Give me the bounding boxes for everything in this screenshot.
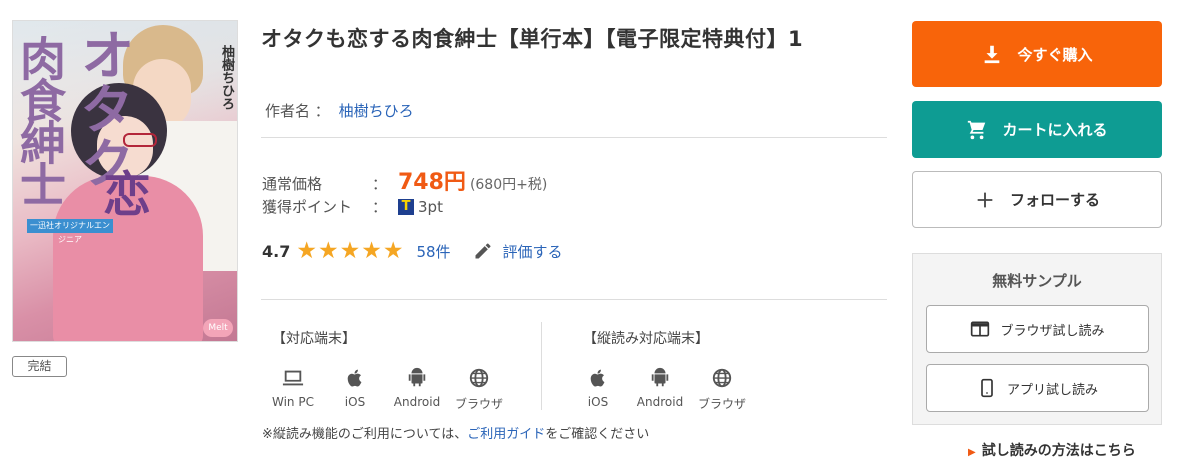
points-value: 3pt (418, 197, 443, 216)
apple-icon (590, 369, 605, 387)
preview-howto-label: 試し読みの方法はこちら (981, 443, 1136, 459)
cover-band: 一迅社オリジナルエンジニア (27, 219, 113, 244)
download-icon (985, 45, 1000, 64)
note-prefix: ※縦読み機能のご利用については、 (262, 427, 468, 442)
vertical-devices: iOS Android ブラウザ (567, 367, 753, 412)
pencil-icon[interactable] (473, 241, 493, 261)
supported-devices-header: 【対応端末】 (272, 331, 356, 347)
vertical-divider (541, 322, 542, 410)
browser-window-icon (971, 321, 990, 337)
device-android: Android (629, 367, 691, 412)
price-value: 748円 (398, 170, 466, 195)
rate-link[interactable]: 評価する (503, 241, 563, 262)
supported-devices: Win PC iOS Android ブラウザ (262, 367, 510, 412)
free-sample-panel: 無料サンプル ブラウザ試し読み アプリ試し読み (912, 253, 1162, 425)
add-to-cart-button[interactable]: カートに入れる (912, 101, 1162, 158)
price-separator: ： (372, 175, 388, 193)
book-title: オタクも恋する肉食紳士【単行本】【電子限定特典付】1 (261, 27, 804, 51)
points-label: 獲得ポイント (262, 198, 353, 216)
rating-row: 4.7 ★★★★★ 58件 評価する (262, 238, 563, 264)
triangle-right-icon: ▶ (968, 447, 976, 458)
star-rating-icon: ★★★★★ (296, 238, 405, 264)
apple-icon (347, 369, 362, 387)
cover-title-vertical: 肉食紳士 (13, 35, 67, 203)
rating-score: 4.7 (262, 241, 291, 261)
app-preview-label: アプリ試し読み (1006, 382, 1098, 398)
cover-title-koi: 恋 (103, 167, 152, 223)
android-icon (408, 367, 426, 387)
points-separator: ： (372, 198, 388, 216)
plus-icon (977, 192, 993, 207)
price-label: 通常価格 (262, 175, 323, 193)
device-label: Android (636, 395, 684, 409)
globe-icon (712, 368, 732, 388)
usage-guide-link[interactable]: ご利用ガイド (467, 427, 545, 442)
device-label: Win PC (272, 395, 314, 409)
tpoint-icon: T (398, 198, 414, 215)
free-sample-title: 無料サンプル (992, 272, 1082, 290)
follow-label: フォローする (1009, 191, 1100, 209)
browser-preview-button[interactable]: ブラウザ試し読み (926, 305, 1149, 353)
price-tax: (680円+税) (469, 177, 548, 193)
device-ios: iOS (567, 367, 629, 412)
device-label: iOS (344, 395, 366, 409)
author-label: 作者名 ： (265, 102, 330, 120)
review-count-link[interactable]: 58件 (416, 241, 450, 262)
device-label: ブラウザ (697, 397, 746, 411)
cover-publisher-logo: Melt (203, 319, 233, 337)
status-badge: 完結 (12, 356, 67, 377)
cover-author: 柚樹ちひろ (219, 45, 234, 110)
device-label: Android (393, 395, 441, 409)
buy-now-label: 今すぐ購入 (1017, 45, 1093, 64)
smartphone-icon (981, 378, 993, 398)
globe-icon (469, 368, 489, 388)
add-to-cart-label: カートに入れる (1002, 121, 1108, 139)
device-ios: iOS (324, 367, 386, 412)
device-winpc: Win PC (262, 367, 324, 412)
author-row: 作者名 ： 柚樹ちひろ (265, 100, 414, 121)
device-browser: ブラウザ (448, 367, 510, 412)
device-label: ブラウザ (454, 397, 503, 411)
android-icon (651, 367, 669, 387)
vertical-devices-header: 【縦読み対応端末】 (583, 331, 709, 347)
app-preview-button[interactable]: アプリ試し読み (926, 364, 1149, 412)
divider (261, 299, 887, 300)
preview-howto-link[interactable]: ▶ 試し読みの方法はこちら (968, 440, 1136, 460)
points-row: 獲得ポイント ： T 3pt (262, 196, 443, 217)
note-suffix: をご確認ください (545, 427, 650, 442)
book-cover-image[interactable]: 肉食紳士 オタク 恋 柚樹ちひろ 一迅社オリジナルエンジニア Melt (12, 20, 238, 342)
browser-preview-label: ブラウザ試し読み (1000, 323, 1105, 339)
price-row: 通常価格 ： 748円 (680円+税) (262, 164, 547, 196)
laptop-icon (282, 370, 304, 386)
cart-icon (968, 120, 986, 139)
device-android: Android (386, 367, 448, 412)
device-label: iOS (587, 395, 609, 409)
divider (261, 137, 887, 138)
vertical-read-note: ※縦読み機能のご利用については、ご利用ガイドをご確認ください (262, 423, 649, 442)
author-link[interactable]: 柚樹ちひろ (339, 102, 414, 120)
follow-button[interactable]: フォローする (912, 171, 1162, 228)
buy-now-button[interactable]: 今すぐ購入 (912, 21, 1162, 87)
device-browser: ブラウザ (691, 367, 753, 412)
